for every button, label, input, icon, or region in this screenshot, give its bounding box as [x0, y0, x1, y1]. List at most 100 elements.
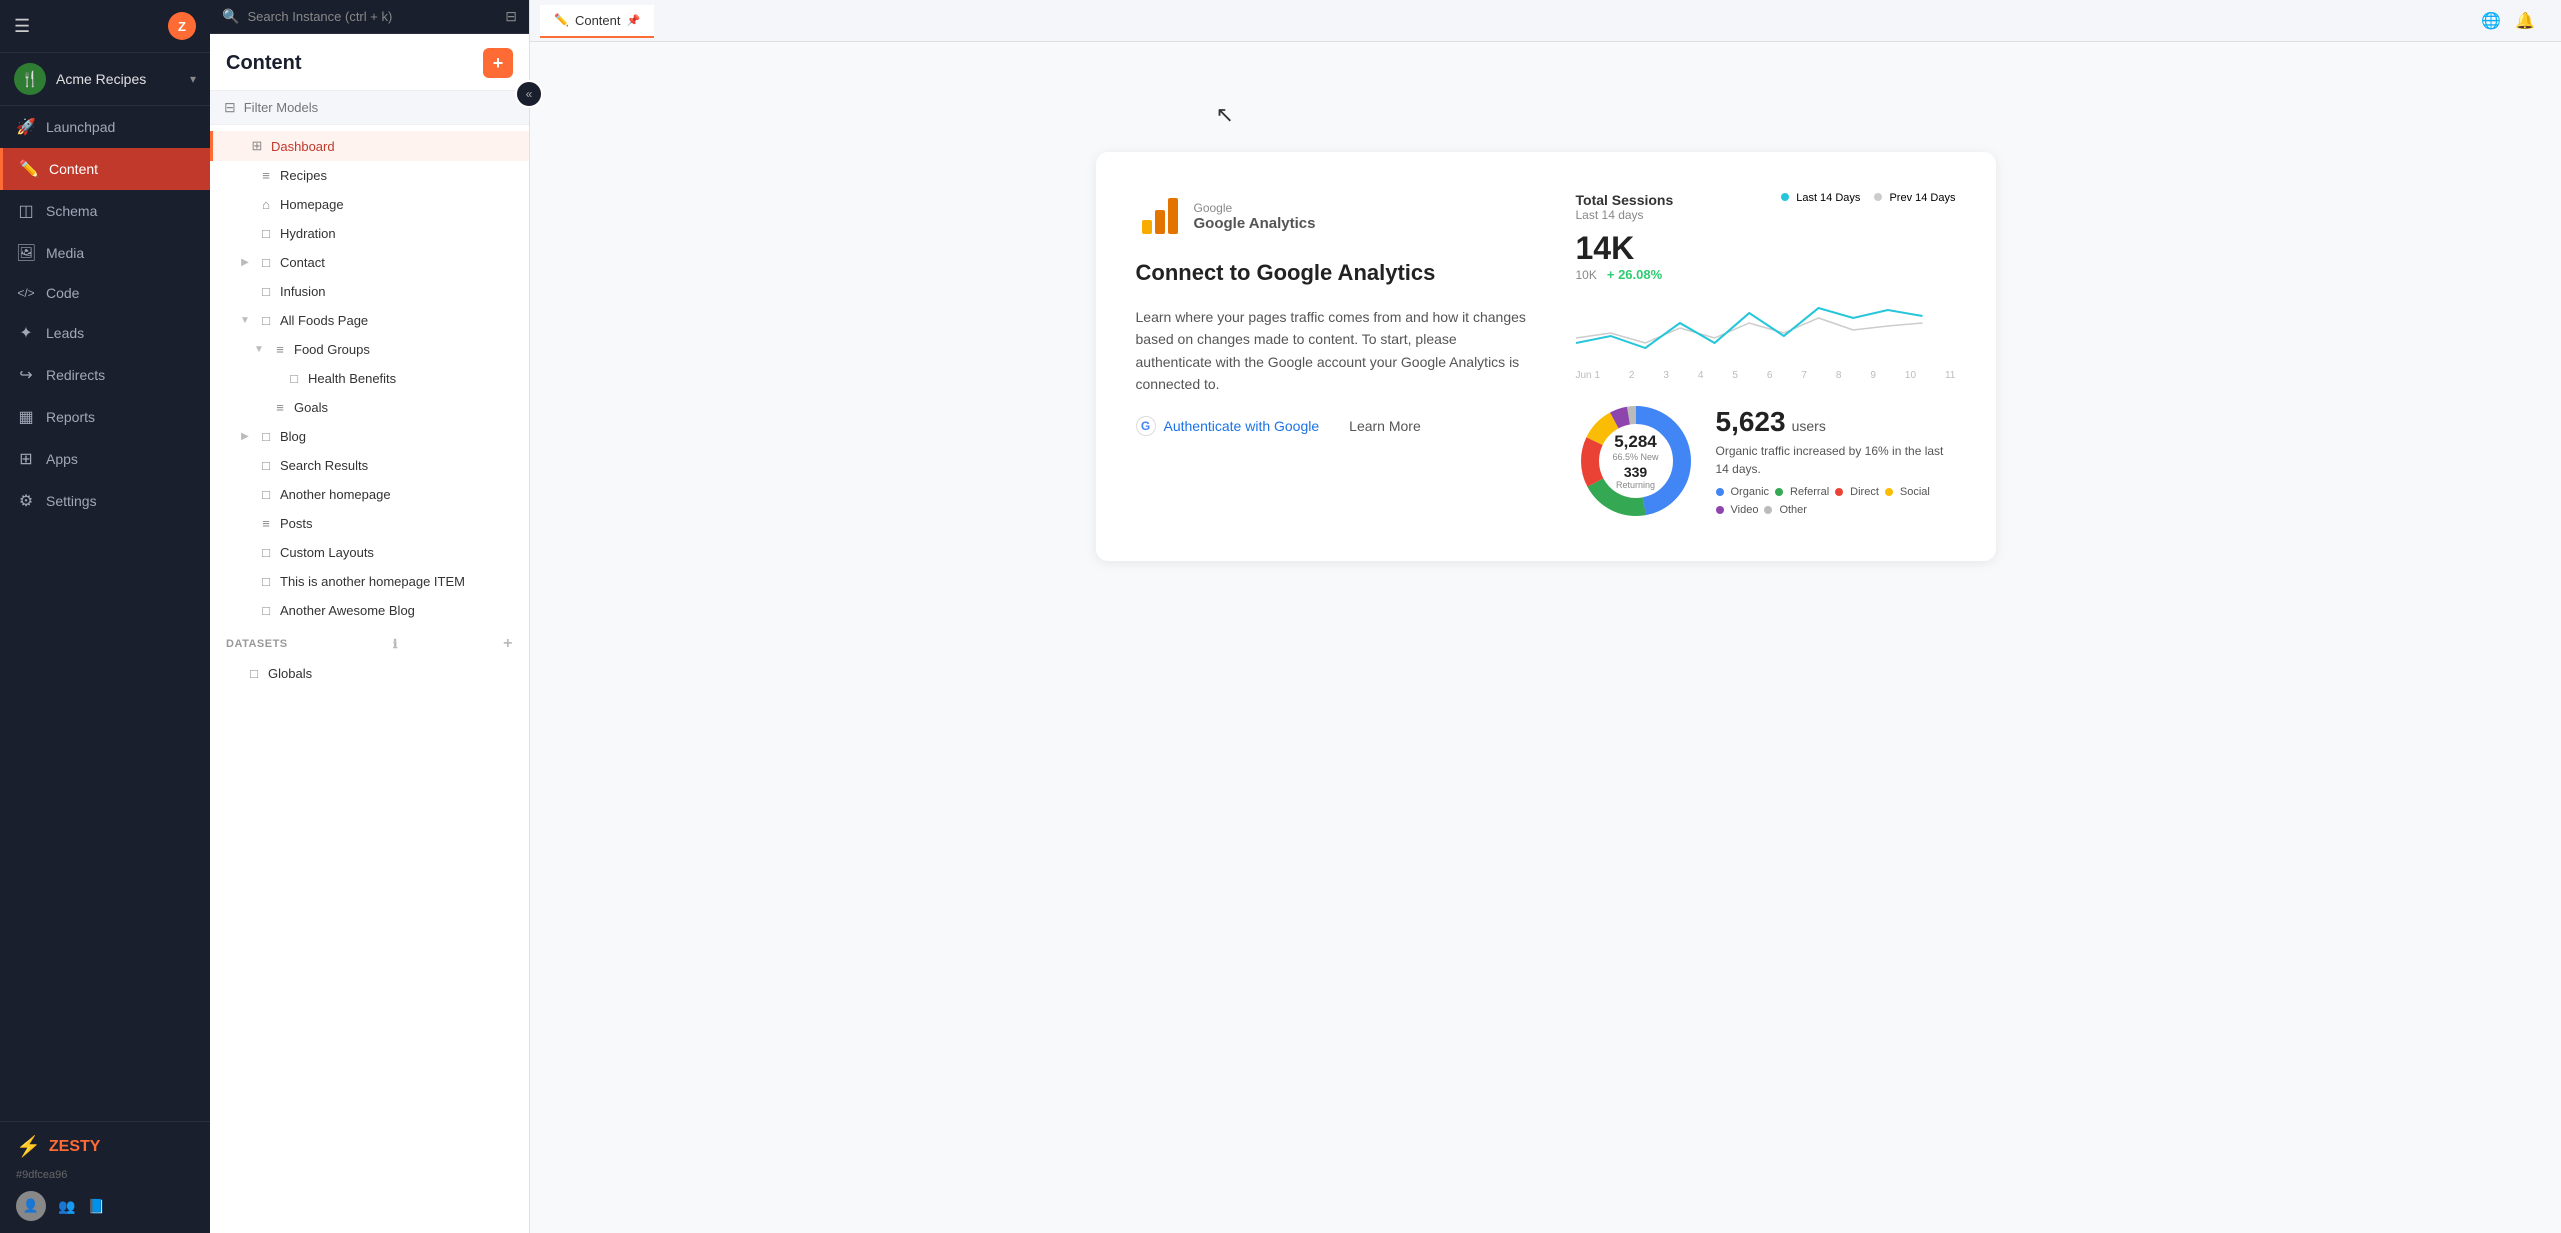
users-count-row: 5,623 users — [1716, 406, 1956, 438]
tree-item-homepage[interactable]: ⌂ Homepage — [210, 190, 529, 219]
tree-item-another-blog[interactable]: □ Another Awesome Blog — [210, 596, 529, 625]
cursor-area: ↖ — [1096, 82, 1996, 142]
sidebar-item-reports[interactable]: ▦ Reports — [0, 396, 210, 438]
users-section: 5,284 66.5% New 339 Returning 5,623 user… — [1576, 401, 1956, 521]
tree-item-another-homepage[interactable]: □ Another homepage — [210, 480, 529, 509]
tree-item-label: Another homepage — [280, 487, 391, 502]
tree-item-infusion[interactable]: □ Infusion — [210, 277, 529, 306]
datasets-info-icon[interactable]: ℹ — [393, 637, 398, 651]
page-icon: □ — [258, 603, 274, 618]
tree-item-health-benefits[interactable]: □ Health Benefits — [210, 364, 529, 393]
analytics-description: Learn where your pages traffic comes fro… — [1136, 306, 1536, 396]
analytics-left-panel: Google Google Analytics Connect to Googl… — [1136, 192, 1536, 521]
tree-item-label: Blog — [280, 429, 306, 444]
tree-item-custom-layouts[interactable]: □ Custom Layouts — [210, 538, 529, 567]
search-input[interactable] — [247, 9, 497, 24]
reports-icon: ▦ — [16, 407, 36, 427]
tree-item-dashboard[interactable]: ⊞ Dashboard — [210, 131, 529, 161]
sidebar-item-code[interactable]: </> Code — [0, 274, 210, 312]
google-g-icon: G — [1136, 416, 1156, 436]
add-user-icon[interactable]: 👥 — [58, 1198, 75, 1215]
brand-chevron-icon: ▾ — [190, 72, 196, 86]
tree-item-label: Goals — [294, 400, 328, 415]
brand-row[interactable]: 🍴 Acme Recipes ▾ — [0, 53, 210, 106]
filter-models-input[interactable] — [244, 100, 515, 115]
content-panel: 🔍 ⊟ Content + « ⊟ ⊞ Dashboard ≡ Recipes … — [210, 0, 530, 1233]
chart-labels: Jun 1 2 3 4 5 6 7 8 9 10 11 — [1576, 370, 1956, 381]
collapse-panel-button[interactable]: « — [515, 80, 543, 108]
auth-row: G Authenticate with Google Learn More — [1136, 416, 1536, 436]
tree-item-recipes[interactable]: ≡ Recipes — [210, 161, 529, 190]
chart-label: 7 — [1801, 370, 1807, 381]
ga-name: Google Google Analytics — [1194, 201, 1316, 232]
tree-item-food-groups[interactable]: ▼ ≡ Food Groups — [210, 335, 529, 364]
sidebar-item-launchpad[interactable]: 🚀 Launchpad — [0, 106, 210, 148]
legend-prev: Prev 14 Days — [1874, 192, 1955, 204]
tree-item-label: Dashboard — [271, 139, 335, 154]
schema-icon: ◫ — [16, 201, 36, 221]
donut-new-count: 5,284 — [1612, 432, 1658, 452]
learn-more-link[interactable]: Learn More — [1349, 418, 1421, 434]
chart-label: 6 — [1767, 370, 1773, 381]
google-analytics-logo: Google Google Analytics — [1136, 192, 1536, 240]
page-icon: □ — [258, 226, 274, 241]
tree-item-all-foods[interactable]: ▼ □ All Foods Page — [210, 306, 529, 335]
tree-item-goals[interactable]: ≡ Goals — [210, 393, 529, 422]
sidebar-item-apps[interactable]: ⊞ Apps — [0, 438, 210, 480]
sidebar-item-label: Code — [46, 285, 79, 301]
tree-item-another-item[interactable]: □ This is another homepage ITEM — [210, 567, 529, 596]
nav-header: ☰ Z — [0, 0, 210, 53]
globe-icon[interactable]: 🌐 — [2481, 11, 2501, 31]
chart-label: 10 — [1905, 370, 1916, 381]
list-icon: ≡ — [258, 168, 274, 183]
sidebar-item-label: Settings — [46, 493, 97, 509]
leads-icon: ✦ — [16, 323, 36, 343]
filter-icon[interactable]: ⊟ — [505, 8, 517, 25]
ga-bars-icon — [1136, 192, 1184, 240]
tree-item-posts[interactable]: ≡ Posts — [210, 509, 529, 538]
tree-item-label: Another Awesome Blog — [280, 603, 415, 618]
sessions-count: 14K — [1576, 230, 1635, 267]
docs-icon[interactable]: 📘 — [87, 1198, 104, 1215]
analytics-label: Google Analytics — [1194, 215, 1316, 232]
donut-returning-count: 339 — [1612, 464, 1658, 480]
tree-item-hydration[interactable]: □ Hydration — [210, 219, 529, 248]
sidebar-item-leads[interactable]: ✦ Leads — [0, 312, 210, 354]
sessions-chart-svg — [1576, 288, 1956, 368]
list-icon: ≡ — [258, 516, 274, 531]
datasets-label: DATASETS — [226, 638, 288, 650]
list-icon: ≡ — [272, 342, 288, 357]
tab-pin-icon[interactable]: 📌 — [627, 14, 641, 27]
donut-returning-label: Returning — [1612, 480, 1658, 490]
authenticate-google-button[interactable]: G Authenticate with Google — [1136, 416, 1320, 436]
datasets-add-button[interactable]: + — [503, 635, 513, 653]
donut-chart: 5,284 66.5% New 339 Returning — [1576, 401, 1696, 521]
tree-item-label: Hydration — [280, 226, 336, 241]
sidebar-item-content[interactable]: ✏️ Content — [0, 148, 210, 190]
sidebar-item-media[interactable]: 🖼 Media — [0, 232, 210, 274]
sessions-subtitle: Last 14 days — [1576, 208, 1674, 222]
expand-icon: ▶ — [238, 431, 252, 442]
user-avatar[interactable]: 👤 — [16, 1191, 46, 1221]
tab-content[interactable]: ✏️ Content 📌 — [540, 5, 654, 38]
tab-bar: ✏️ Content 📌 🌐 🔔 — [530, 0, 2561, 42]
tree-item-blog[interactable]: ▶ □ Blog — [210, 422, 529, 451]
users-count: 5,623 — [1716, 406, 1786, 438]
hamburger-icon[interactable]: ☰ — [14, 16, 30, 37]
tree-item-contact[interactable]: ▶ □ Contact — [210, 248, 529, 277]
tree-item-label: Globals — [268, 666, 312, 681]
bell-icon[interactable]: 🔔 — [2515, 11, 2535, 31]
page-icon: □ — [258, 429, 274, 444]
page-icon: □ — [258, 487, 274, 502]
tree-item-globals[interactable]: □ Globals — [210, 659, 529, 688]
chart-label: 2 — [1629, 370, 1635, 381]
dashboard-icon: ⊞ — [249, 138, 265, 154]
auth-btn-label: Authenticate with Google — [1164, 418, 1320, 434]
apps-icon: ⊞ — [16, 449, 36, 469]
sidebar-item-redirects[interactable]: ↪ Redirects — [0, 354, 210, 396]
add-content-button[interactable]: + — [483, 48, 513, 78]
chart-label: 5 — [1732, 370, 1738, 381]
tree-item-search-results[interactable]: □ Search Results — [210, 451, 529, 480]
sidebar-item-settings[interactable]: ⚙ Settings — [0, 480, 210, 522]
sidebar-item-schema[interactable]: ◫ Schema — [0, 190, 210, 232]
